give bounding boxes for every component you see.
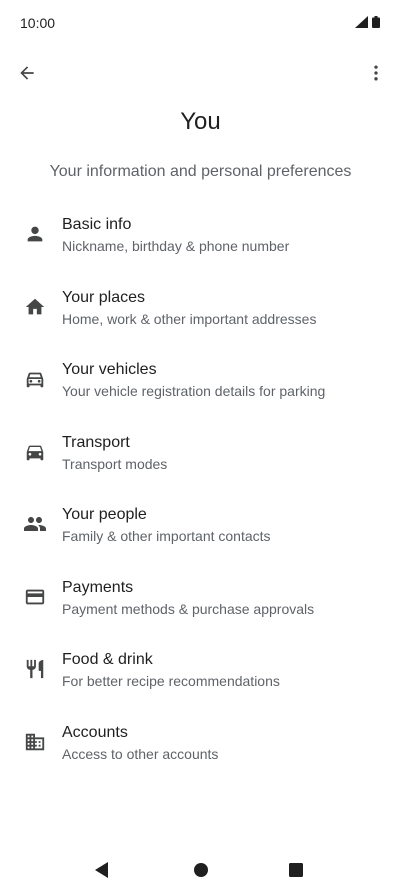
page-subtitle: Your information and personal preference…	[49, 163, 352, 180]
menu-item-your-places[interactable]: Your places Home, work & other important…	[0, 274, 401, 347]
menu-list: Basic info Nickname, birthday & phone nu…	[0, 201, 401, 781]
menu-item-accounts[interactable]: Accounts Access to other accounts	[0, 709, 401, 782]
triangle-back-icon	[95, 862, 108, 878]
menu-item-basic-info[interactable]: Basic info Nickname, birthday & phone nu…	[0, 201, 401, 274]
menu-item-desc: Nickname, birthday & phone number	[62, 238, 290, 254]
status-time: 10:00	[20, 15, 56, 31]
menu-item-title: Transport	[62, 433, 130, 451]
system-nav-bar	[0, 848, 401, 892]
signal-icon	[355, 16, 368, 28]
app-bar	[0, 52, 401, 94]
fork-knife-icon	[22, 656, 48, 682]
menu-item-food-drink[interactable]: Food & drink For better recipe recommend…	[0, 636, 401, 709]
page-title: You	[180, 108, 221, 135]
more-vert-icon	[374, 65, 378, 81]
people-icon	[22, 511, 48, 537]
menu-item-title: Accounts	[62, 723, 128, 741]
back-button[interactable]	[14, 60, 40, 86]
menu-item-payments[interactable]: Payments Payment methods & purchase appr…	[0, 564, 401, 637]
menu-item-title: Basic info	[62, 216, 132, 233]
menu-item-title: Your people	[62, 506, 147, 523]
person-icon	[22, 221, 48, 247]
arrow-back-icon	[20, 66, 34, 80]
home-icon	[22, 294, 48, 320]
menu-item-your-people[interactable]: Your people Family & other important con…	[0, 491, 401, 564]
menu-item-desc: Home, work & other important addresses	[62, 310, 317, 327]
menu-item-title: Food & drink	[62, 651, 153, 668]
nav-home-button[interactable]	[189, 858, 213, 882]
building-icon	[22, 729, 48, 755]
square-recents-icon	[289, 863, 303, 877]
menu-item-transport[interactable]: Transport Transport modes	[0, 419, 401, 492]
menu-item-desc: Transport modes	[62, 455, 168, 472]
menu-item-title: Your vehicles	[62, 361, 157, 378]
circle-home-icon	[194, 863, 208, 877]
more-options-button[interactable]	[363, 60, 389, 86]
status-bar: 10:00	[0, 0, 401, 46]
menu-item-your-vehicles[interactable]: Your vehicles Your vehicle registration …	[0, 346, 401, 419]
credit-card-icon	[22, 584, 48, 610]
menu-item-desc: For better recipe recommendations	[62, 673, 280, 689]
menu-item-desc: Family & other important contacts	[62, 528, 271, 544]
menu-item-title: Payments	[62, 578, 134, 596]
menu-item-desc: Access to other accounts	[62, 745, 219, 762]
menu-item-desc: Payment methods & purchase approvals	[62, 600, 315, 617]
menu-item-desc: Your vehicle registration details for pa…	[62, 383, 326, 399]
battery-icon	[372, 16, 380, 28]
nav-back-button[interactable]	[90, 858, 114, 882]
nav-recents-button[interactable]	[284, 858, 308, 882]
status-icons	[355, 16, 380, 28]
menu-item-title: Your places	[62, 288, 146, 306]
car-filled-icon	[22, 439, 48, 465]
car-icon	[22, 366, 48, 392]
